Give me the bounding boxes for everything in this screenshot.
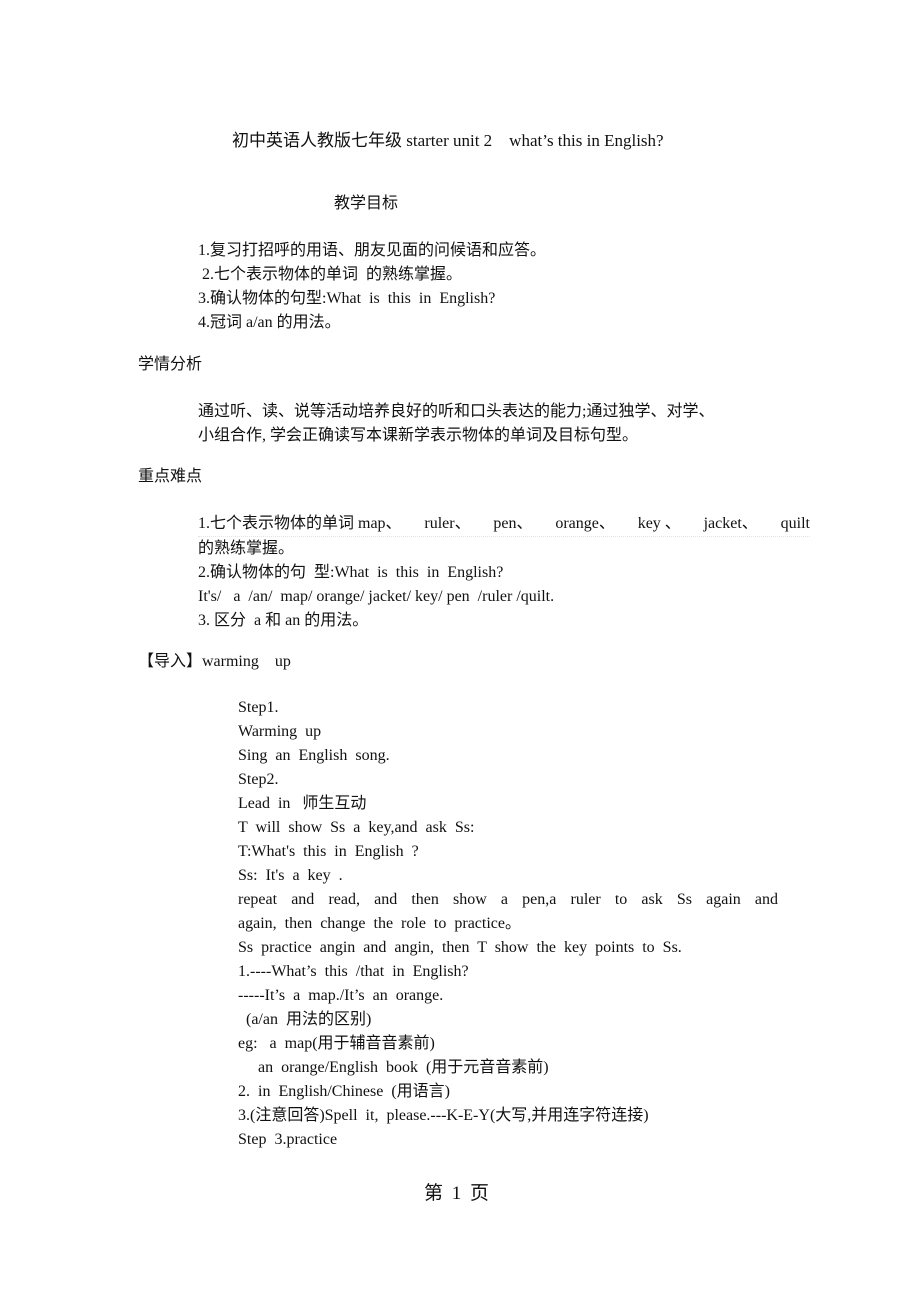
- step-line: again, then change the role to practice。: [238, 915, 521, 932]
- step-line: Step2.: [238, 771, 279, 788]
- document-title: 初中英语人教版七年级 starter unit 2 what’s this in…: [232, 131, 664, 150]
- goals-list: 1.复习打招呼的用语、朋友见面的问候语和应答。 2.七个表示物体的单词 的熟练掌…: [198, 239, 546, 335]
- page-number: 第 1 页: [424, 1183, 492, 1204]
- goal-item: 2.七个表示物体的单词 的熟练掌握。: [198, 266, 463, 283]
- keypoint-word: quilt: [780, 515, 810, 532]
- goal-item: 4.冠词 a/an 的用法。: [198, 314, 341, 331]
- step-line: Warming up: [238, 723, 322, 740]
- keypoints-heading: 重点难点: [138, 466, 203, 485]
- keypoints-list: 1.七个表示物体的单词 map、 ruler、 pen、 orange、 key…: [198, 512, 810, 633]
- intro-heading: 【导入】warming up: [138, 653, 291, 670]
- goal-item: 1.复习打招呼的用语、朋友见面的问候语和应答。: [198, 242, 547, 259]
- step-line: (a/an 用法的区别): [238, 1011, 372, 1028]
- step-line: Step1.: [238, 699, 279, 716]
- keypoint-word: key 、: [637, 515, 681, 532]
- step-line: Lead in 师生互动: [238, 795, 367, 812]
- step-line: repeat and read, and then show a pen,a r…: [238, 891, 778, 908]
- analysis-line: 通过听、读、说等活动培养良好的听和口头表达的能力;通过独学、对学、: [198, 403, 715, 420]
- step-line: 1.----What’s this /that in English?: [238, 963, 469, 980]
- goal-item: 3.确认物体的句型:What is this in English?: [198, 290, 496, 307]
- step-line: 3.(注意回答)Spell it, please.---K-E-Y(大写,并用连…: [238, 1107, 649, 1124]
- step-line: Sing an English song.: [238, 747, 390, 764]
- step-line: T:What's this in English ?: [238, 843, 419, 860]
- step-line: eg: a map(用于辅音音素前): [238, 1035, 435, 1052]
- keypoint-word: orange、: [555, 515, 615, 532]
- analysis-heading: 学情分析: [138, 354, 203, 373]
- keypoint-word: 1.七个表示物体的单词 map、: [198, 515, 402, 532]
- step-line: Ss practice angin and angin, then T show…: [238, 939, 682, 956]
- analysis-paragraph: 通过听、读、说等活动培养良好的听和口头表达的能力;通过独学、对学、 小组合作, …: [198, 400, 714, 448]
- analysis-line: 小组合作, 学会正确读写本课新学表示物体的单词及目标句型。: [198, 427, 639, 444]
- step-line: Step 3.practice: [238, 1131, 338, 1148]
- step-line: T will show Ss a key,and ask Ss:: [238, 819, 475, 836]
- keypoint-line: It's/ a /an/ map/ orange/ jacket/ key/ p…: [198, 588, 555, 605]
- keypoint-word: ruler、: [424, 515, 471, 532]
- keypoint-line: 3. 区分 a 和 an 的用法。: [198, 612, 369, 629]
- keypoint-words-line: 1.七个表示物体的单词 map、 ruler、 pen、 orange、 key…: [198, 512, 810, 537]
- step-line: Ss: It's a key .: [238, 867, 343, 884]
- keypoint-word: pen、: [493, 515, 533, 532]
- keypoint-line: 2.确认物体的句 型:What is this in English?: [198, 564, 504, 581]
- steps-list: Step1. Warming up Sing an English song. …: [238, 696, 778, 1152]
- step-line: 2. in English/Chinese (用语言): [238, 1083, 450, 1100]
- step-line: an orange/English book (用于元音音素前): [238, 1059, 549, 1076]
- step-line: -----It’s a map./It’s an orange.: [238, 987, 444, 1004]
- keypoint-line: 的熟练掌握。: [198, 540, 295, 557]
- goals-heading: 教学目标: [334, 193, 399, 212]
- keypoint-word: jacket、: [703, 515, 758, 532]
